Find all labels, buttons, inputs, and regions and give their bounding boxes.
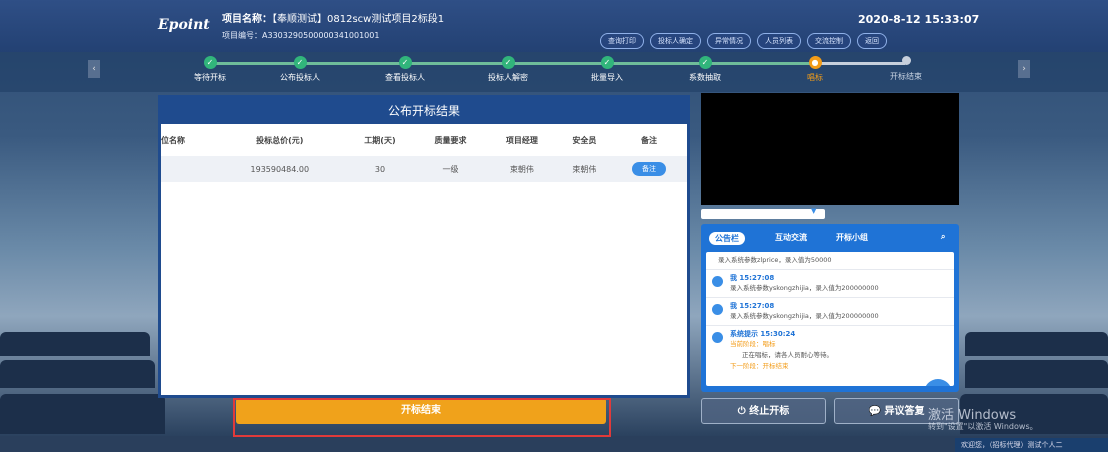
video-player[interactable] [701,93,959,205]
exception-button[interactable]: 异常情况 [707,33,751,49]
step-decrypt: ✓ 投标人解密 [488,56,528,82]
private-chat-button[interactable]: 私聊 [924,379,952,386]
check-icon: ✓ [600,56,614,69]
check-icon: ✓ [501,56,515,69]
list-item: 我 15:27:08 录入系统参数yskongzhijia，录入值为200000… [706,298,954,326]
project-name: 项目名称：【奉顺测试】0812scw测试项目2标段1 [222,14,445,25]
col-price: 投标总价(元) [256,135,304,145]
header-buttons: 查询打印 投标人确定 异常情况 人员列表 交流控制 返回 [600,33,887,49]
tab-interaction[interactable]: 互动交流 [775,232,807,243]
table-row: 193590484.00 30 一级 束朝伟 束朝伟 备注 [161,156,687,182]
check-icon: ✓ [398,56,412,69]
avatar [712,332,723,343]
step-opening-end: 开标结束 [866,56,946,82]
epoint-logo: Epoint [158,17,210,33]
welcome-strip: 欢迎您，（招标代理）测试个人二 [955,438,1108,452]
step-publish-bidders: ✓ 公布投标人 [280,56,320,82]
cell-safety: 束朝伟 [557,156,612,182]
note-button[interactable]: 备注 [632,162,667,176]
step-batch-import: ✓ 批量导入 [591,56,623,82]
current-datetime: 2020-8-12 15:33:07 [858,13,980,26]
check-icon: ✓ [203,56,217,69]
check-icon: ✓ [698,56,712,69]
stop-opening-button[interactable]: ⏻ 终止开标 [701,398,826,424]
windows-watermark-sub: 转到"设置"以激活 Windows。 [928,422,1038,431]
avatar [712,276,723,287]
chat-control-button[interactable]: 交流控制 [807,33,851,49]
query-print-button[interactable]: 查询打印 [600,33,644,49]
top-header: Epoint 项目名称：【奉顺测试】0812scw测试项目2标段1 项目编号：A… [0,0,1108,52]
tab-opening-group[interactable]: 开标小组 [836,232,868,243]
step-bid-reading: ● 唱标 [807,56,823,82]
project-code: 项目编号：A3303290500000341001001 [222,31,380,40]
results-table: 位名称 投标总价(元) 工期(天) 质量要求 项目经理 安全员 备注 19359… [161,124,687,182]
tab-bulletin[interactable]: 公告栏 [709,232,745,245]
cell-quality: 一级 [414,156,487,182]
chat-bubble-icon: 💬 [868,406,881,417]
list-item: 系统提示 15:30:24 当前阶段：唱标 正在唱标，请各人员耐心等待。 下一阶… [706,326,954,375]
col-name: 位名称 [161,135,185,145]
step-coefficient: ✓ 系数抽取 [689,56,721,82]
search-icon[interactable]: ⌕ [941,232,945,242]
check-icon: ✓ [293,56,307,69]
chat-tabs: 公告栏 互动交流 开标小组 ⌕ [701,224,959,252]
results-title: 公布开标结果 [161,98,687,124]
current-step-icon: ● [808,56,822,69]
cell-price: 193590484.00 [214,156,346,182]
left-arrow-icon[interactable]: ‹ [88,60,100,78]
list-item: 录入系统参数zlprice，录入值为50000 [706,252,954,270]
pending-step-icon [901,56,911,65]
col-manager: 项目经理 [505,135,538,145]
avatar [712,304,723,315]
table-header-row: 位名称 投标总价(元) 工期(天) 质量要求 项目经理 安全员 备注 [161,124,687,156]
results-panel: 公布开标结果 位名称 投标总价(元) 工期(天) 质量要求 项目经理 安全员 备… [158,95,690,398]
col-safety: 安全员 [572,135,597,145]
right-arrow-icon[interactable]: › [1018,60,1030,78]
col-quality: 质量要求 [434,135,467,145]
chat-panel: 公告栏 互动交流 开标小组 ⌕ 录入系统参数zlprice，录入值为50000 … [701,224,959,392]
video-source-select[interactable]: ▼ [701,207,825,219]
cell-manager: 束朝伟 [486,156,558,182]
col-period: 工期(天) [364,135,396,145]
confirm-bidder-button[interactable]: 投标人确定 [650,33,701,49]
staff-list-button[interactable]: 人员列表 [757,33,801,49]
col-note: 备注 [641,135,658,145]
cell-period: 30 [345,156,415,182]
highlight-frame [233,398,611,437]
step-waiting: ✓ 等待开标 [194,56,226,82]
chevron-down-icon: ▼ [811,207,817,215]
list-item: 我 15:27:08 录入系统参数yskongzhijia，录入值为200000… [706,270,954,298]
step-view-bidders: ✓ 查看投标人 [385,56,425,82]
chat-messages: 录入系统参数zlprice，录入值为50000 我 15:27:08 录入系统参… [706,252,954,386]
back-button[interactable]: 返回 [857,33,887,49]
